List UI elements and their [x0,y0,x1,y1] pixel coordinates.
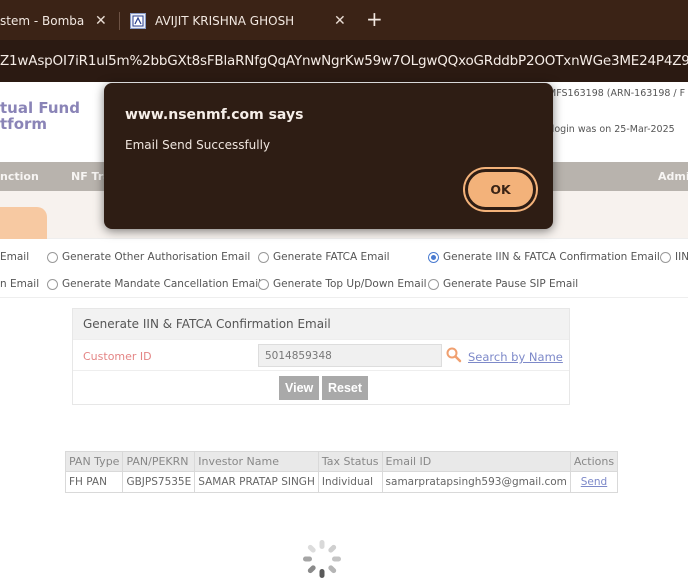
last-login-text: ul login was on 25-Mar-2025 [540,124,675,135]
view-button[interactable]: View [279,376,320,400]
user-info: MFS163198 (ARN-163198 / F [548,88,686,99]
radio-button[interactable] [428,278,439,290]
radio-option-iin-fatca-confirmation[interactable]: Generate IIN & FATCA Confirmation Email [428,251,660,263]
tab-title: AVIJIT KRISHNA GHOSH [155,14,295,28]
pan-cell: GBJPS7535E [122,471,196,493]
radio-label: IIN [675,251,688,263]
column-header: PAN/PEKRN [122,451,196,472]
pan-type-cell: FH PAN [64,471,124,493]
section-divider [0,297,688,298]
radio-label: Generate IIN & FATCA Confirmation Email [443,251,660,263]
radio-button[interactable] [660,251,671,263]
browser-tabstrip: stem - Bombay ✕ AVIJIT KRISHNA GHOSH ✕ + [0,0,688,40]
tax-status-cell: Individual [317,471,383,493]
column-header: Email ID [381,451,571,472]
radio-label: Generate Top Up/Down Email [273,278,427,290]
address-bar[interactable]: Z1wAspOI7iR1ul5m%2bbGXt8sFBlaRNfgQqAYnwN… [0,40,688,82]
iin-fatca-form: Generate IIN & FATCA Confirmation Email … [72,308,570,405]
radio-label: n Email [0,278,40,290]
radio-option-iin[interactable]: IIN [660,251,688,263]
url-text[interactable]: Z1wAspOI7iR1ul5m%2bbGXt8sFBlaRNfgQqAYnwN… [0,53,688,69]
search-icon[interactable] [445,346,463,364]
send-link[interactable]: Send [581,476,607,488]
reset-button[interactable]: Reset [322,376,369,400]
loading-spinner-icon [300,537,344,581]
radio-button[interactable] [258,278,269,290]
radio-option-fatca[interactable]: Generate FATCA Email [258,251,390,263]
customer-id-input[interactable]: 5014859348 [258,344,442,367]
nav-item-admin[interactable]: Admi [658,170,688,183]
radio-group-row-2: n Email Generate Mandate Cancellation Em… [0,275,688,293]
form-title: Generate IIN & FATCA Confirmation Email [73,309,569,339]
radio-label: Generate Mandate Cancellation Email [62,278,262,290]
radio-option-other-authorisation[interactable]: Generate Other Authorisation Email [47,251,250,263]
column-header: Investor Name [194,451,319,472]
nse-favicon-icon [130,13,146,29]
search-by-name-link[interactable]: Search by Name [468,350,563,364]
radio-group-row-1: Email Generate Other Authorisation Email… [0,248,688,266]
radio-option-mandate-cancellation[interactable]: Generate Mandate Cancellation Email [47,278,261,290]
customer-id-label: Customer ID [83,350,152,363]
radio-button[interactable] [258,251,269,263]
site-logo: tual Fund tform [0,100,80,132]
dialog-message: Email Send Successfully [125,138,271,152]
tab-title: stem - Bombay [0,14,84,28]
radio-label: Email [0,251,30,263]
email-cell: samarpratapsingh593@gmail.com [381,471,571,493]
column-header: Tax Status [317,451,383,472]
active-sub-tab[interactable] [0,207,47,239]
close-icon[interactable]: ✕ [334,13,346,29]
results-table: PAN Type PAN/PEKRN Investor Name Tax Sta… [64,451,619,493]
ok-button[interactable]: OK [465,169,536,210]
radio-label: Generate FATCA Email [273,251,390,263]
dialog-title: www.nsenmf.com says [125,107,304,123]
logo-line-2: tform [0,115,48,133]
radio-label: Generate Other Authorisation Email [62,251,251,263]
column-header: Actions [569,451,619,472]
close-icon[interactable]: ✕ [95,13,107,29]
investor-name-cell: SAMAR PRATAP SINGH [194,471,319,493]
actions-cell: Send [569,471,619,493]
browser-tab-1[interactable]: stem - Bombay ✕ [0,6,117,36]
radio-option-email[interactable]: Email [0,251,29,263]
browser-tab-2[interactable]: AVIJIT KRISHNA GHOSH ✕ [130,6,350,36]
nav-item-transaction[interactable]: nction [0,170,39,183]
tab-separator [119,12,120,30]
radio-button-selected[interactable] [428,251,439,263]
radio-button[interactable] [47,278,58,290]
logo-line-1: tual Fund [0,99,80,117]
customer-id-row: Customer ID 5014859348 Search by Name [73,339,569,371]
radio-option-n-email[interactable]: n Email [0,278,39,290]
alert-dialog: www.nsenmf.com says Email Send Successfu… [104,83,553,229]
radio-option-pause-sip[interactable]: Generate Pause SIP Email [428,278,578,290]
radio-label: Generate Pause SIP Email [443,278,579,290]
table-header-row: PAN Type PAN/PEKRN Investor Name Tax Sta… [64,451,619,472]
column-header: PAN Type [64,451,124,472]
radio-button[interactable] [47,251,58,263]
table-row: FH PAN GBJPS7535E SAMAR PRATAP SINGH Ind… [64,471,619,493]
new-tab-button[interactable]: + [366,9,383,29]
radio-option-top-up-down[interactable]: Generate Top Up/Down Email [258,278,427,290]
